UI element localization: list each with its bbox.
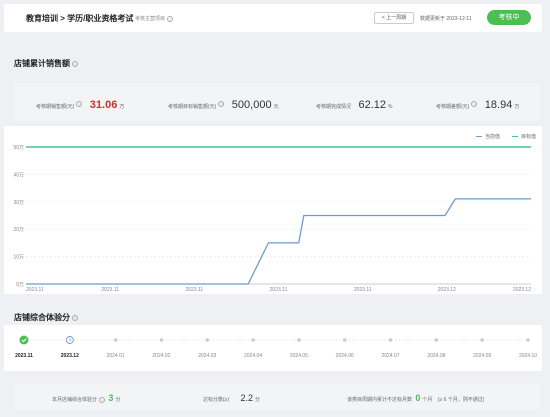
header-bar: 教育培训 > 学历/职业资格考试 考核主营项目? < 上一周期 数据更新于 20… <box>4 4 542 32</box>
timeline-month-label[interactable]: 2024.03 <box>198 353 216 359</box>
page-subtitle: 考核主营项目? <box>135 15 174 22</box>
stat-gap: 考核期差额(元)? 18.94 万 <box>436 99 520 111</box>
stat-target: 考核期目标销售额(元)? 500,000 元 <box>168 99 279 111</box>
stat-completion: 考核期完成情况 62.12% <box>316 99 393 111</box>
stat-value: 18.94 <box>484 99 513 111</box>
timeline-card <box>4 325 542 371</box>
timeline-month-label[interactable]: 2023.12 <box>61 353 79 359</box>
prev-period-button[interactable]: < 上一周期 <box>374 12 414 24</box>
legend-current: 当前值 <box>476 133 500 140</box>
timeline-month-label[interactable]: 2024.07 <box>381 353 399 359</box>
timeline-month-label[interactable]: 2024.02 <box>152 353 170 359</box>
info-icon[interactable]: ? <box>218 100 225 107</box>
stat-value: 62.12 <box>358 99 386 111</box>
timeline-month-label[interactable]: 2024.09 <box>473 353 491 359</box>
stat-value: 500,000 <box>231 99 272 111</box>
info-icon[interactable]: ? <box>99 396 106 403</box>
chart-card <box>4 126 542 294</box>
current-score: 本月店铺综合体验分? 3分 <box>52 393 121 403</box>
pass-score: 达标分数(≥) 2.2 分 <box>203 393 260 403</box>
status-badge: 考核中 <box>487 10 531 25</box>
timeline-month-label[interactable]: 2024.06 <box>336 353 354 359</box>
info-icon[interactable]: ? <box>72 60 78 67</box>
update-time: 数据更新于 2023-12-11 <box>420 16 472 22</box>
info-icon[interactable]: ? <box>167 15 174 22</box>
sales-section-title: 店铺累计销售额? <box>14 59 78 68</box>
stat-sales: 考核期销售额(元)? 31.06 万 <box>36 99 125 111</box>
page-title: 教育培训 > 学历/职业资格考试 <box>26 14 134 23</box>
timeline-month-label[interactable]: 2023.11 <box>15 353 33 359</box>
stats-card: 考核期销售额(元)? 31.06 万 考核期目标销售额(元)? 500,000 元 … <box>14 83 540 121</box>
score-section-title: 店铺综合体验分? <box>14 313 78 322</box>
timeline-month-label[interactable]: 2024.08 <box>427 353 445 359</box>
legend-target: 目标值 <box>512 133 536 140</box>
info-icon[interactable]: ? <box>76 100 83 107</box>
fail-months: 该类目周期内累计不达标月数 0 个月 (≥ 6 个月，则不通过) <box>347 393 485 403</box>
timeline-month-label[interactable]: 2024.05 <box>290 353 308 359</box>
timeline-month-label[interactable]: 2024.04 <box>244 353 262 359</box>
info-icon[interactable]: ? <box>72 314 78 321</box>
info-icon[interactable]: ? <box>471 100 478 107</box>
stat-value: 31.06 <box>89 99 118 111</box>
timeline-month-label[interactable]: 2024.10 <box>519 353 537 359</box>
timeline-month-label[interactable]: 2024.01 <box>107 353 125 359</box>
